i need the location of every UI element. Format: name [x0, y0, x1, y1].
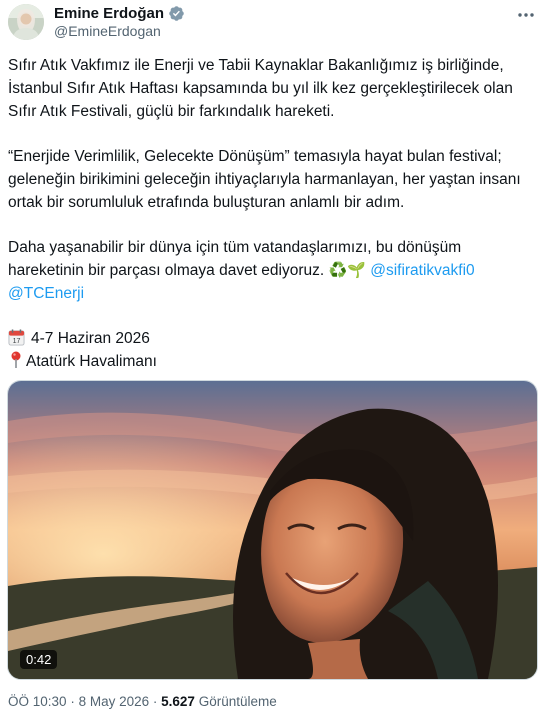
video-duration: 0:42 [20, 650, 58, 669]
avatar[interactable] [8, 4, 44, 40]
calendar-icon: 17 [8, 329, 25, 346]
verified-badge-icon [169, 6, 184, 21]
tweet-paragraph: Sıfır Atık Vakfımız ile Enerji ve Tabii … [8, 57, 513, 120]
mention-link[interactable]: @TCEnerji [8, 285, 84, 302]
seedling-emoji: 🌱 [347, 261, 366, 279]
svg-text:17: 17 [13, 337, 21, 345]
tweet-meta: ÖÖ 10:30 · 8 May 2026 · 5.627 Görüntülem… [8, 694, 277, 709]
tweet-header: Emine Erdoğan @EmineErdogan [0, 0, 551, 46]
user-handle[interactable]: @EmineErdogan [54, 23, 161, 39]
recycle-emoji: ♻️ [328, 261, 348, 279]
display-name[interactable]: Emine Erdoğan [54, 5, 164, 22]
event-location-line: Atatürk Havalimanı [8, 350, 538, 373]
tweet-date[interactable]: 8 May 2026 [79, 694, 150, 709]
tweet-text: Sıfır Atık Vakfımız ile Enerji ve Tabii … [8, 54, 538, 373]
meta-separator: · [70, 694, 75, 709]
tweet-time[interactable]: ÖÖ 10:30 [8, 694, 67, 709]
views-count: 5.627 [161, 694, 195, 709]
tweet-paragraph: Daha yaşanabilir bir dünya için tüm vata… [8, 236, 538, 305]
mention-link[interactable]: @sifiratikvakfi0 [370, 262, 474, 279]
meta-separator: · [152, 694, 158, 709]
event-date-line: 17 4-7 Haziran 2026 [8, 327, 538, 350]
views-label: Görüntüleme [198, 694, 277, 709]
event-date: 4-7 Haziran 2026 [31, 330, 150, 347]
video-player[interactable]: 0:42 [7, 380, 538, 680]
video-thumbnail [8, 381, 537, 679]
more-options-icon[interactable] [515, 4, 537, 26]
tweet-paragraph: “Enerjide Verimlilik, Gelecekte Dönüşüm”… [8, 148, 521, 211]
event-location: Atatürk Havalimanı [26, 353, 157, 370]
location-pin-icon [11, 351, 21, 368]
